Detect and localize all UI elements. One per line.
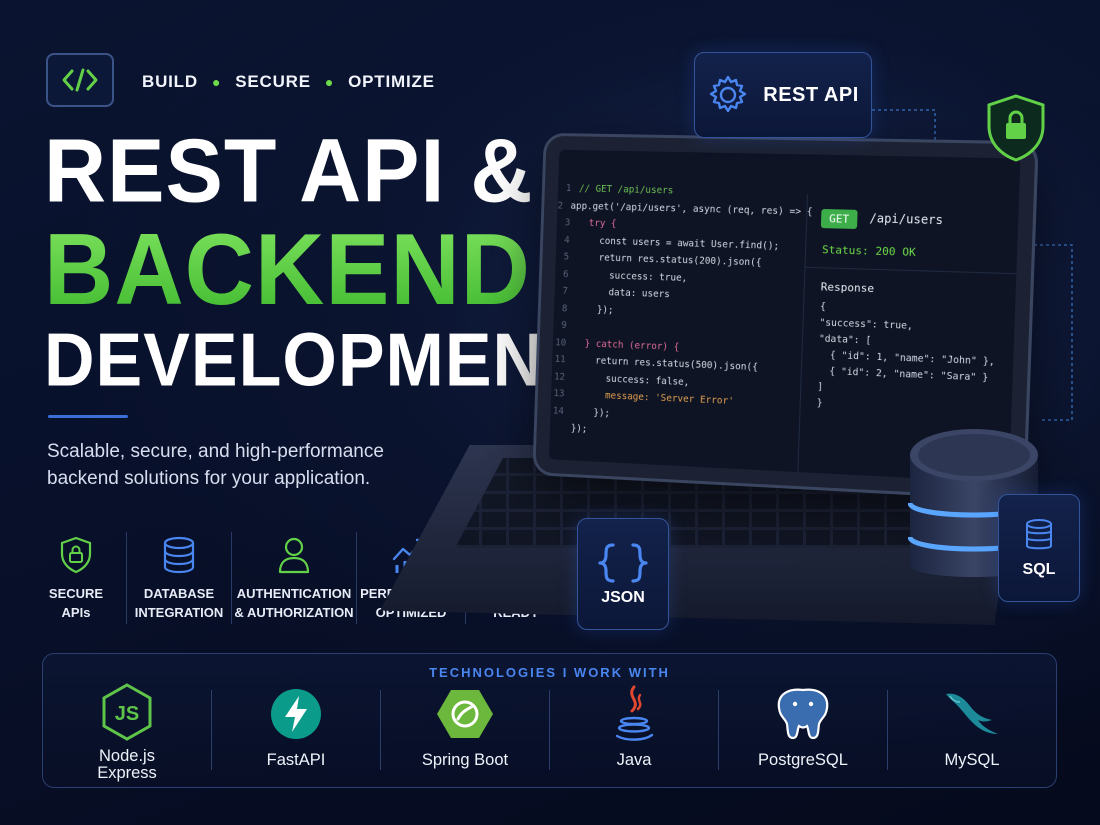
fastapi-icon [269, 687, 323, 741]
json-card: JSON [577, 518, 669, 630]
response-label: Response [821, 280, 875, 295]
technologies-panel: TECHNOLOGIES I WORK WITH JS Node.js Expr… [42, 653, 1057, 788]
code-text: try { [577, 218, 616, 236]
java-icon [612, 683, 656, 745]
code-text: }); [570, 423, 587, 441]
tech-fastapi: FastAPI [212, 682, 380, 782]
response-json: { "success": true, "data": [ { "id": 1, … [816, 299, 996, 419]
tech-spring-boot: Spring Boot [381, 682, 549, 782]
tech-label: Java [617, 752, 652, 769]
spring-boot-icon [436, 687, 494, 741]
code-text: }); [571, 406, 610, 425]
security-shield-icon [983, 92, 1049, 164]
code-text: }); [575, 303, 614, 322]
tech-mysql: MySQL [888, 682, 1056, 782]
tech-postgresql: PostgreSQL [719, 682, 887, 782]
rest-api-label: REST API [763, 84, 859, 107]
tech-label: FastAPI [267, 752, 326, 769]
request-path: /api/users [869, 211, 943, 227]
tech-label: MySQL [944, 752, 999, 769]
code-pane: 1// GET /api/users 2 app.get('/api/users'… [549, 183, 803, 472]
nodejs-icon: JS [99, 682, 155, 742]
json-label: JSON [601, 589, 645, 607]
rest-api-card: REST API [694, 52, 872, 138]
technologies-title: TECHNOLOGIES I WORK WITH [43, 665, 1056, 680]
http-method-badge: GET [821, 209, 858, 229]
response-status: Status: 200 OK [822, 243, 916, 259]
sql-card: SQL [998, 494, 1080, 602]
sql-label: SQL [1023, 561, 1056, 579]
tech-nodejs: JS Node.js Express [43, 682, 211, 782]
tech-java: Java [550, 682, 718, 782]
tech-label: PostgreSQL [758, 752, 848, 769]
curly-braces-icon [595, 541, 651, 585]
tech-label: Node.js Express [97, 748, 157, 782]
postgresql-icon [773, 684, 833, 744]
response-divider [805, 267, 1016, 274]
svg-text:JS: JS [115, 703, 139, 725]
gear-icon [707, 74, 749, 116]
database-icon [1023, 517, 1055, 553]
tech-label: Spring Boot [422, 752, 508, 769]
mysql-icon [942, 686, 1002, 742]
